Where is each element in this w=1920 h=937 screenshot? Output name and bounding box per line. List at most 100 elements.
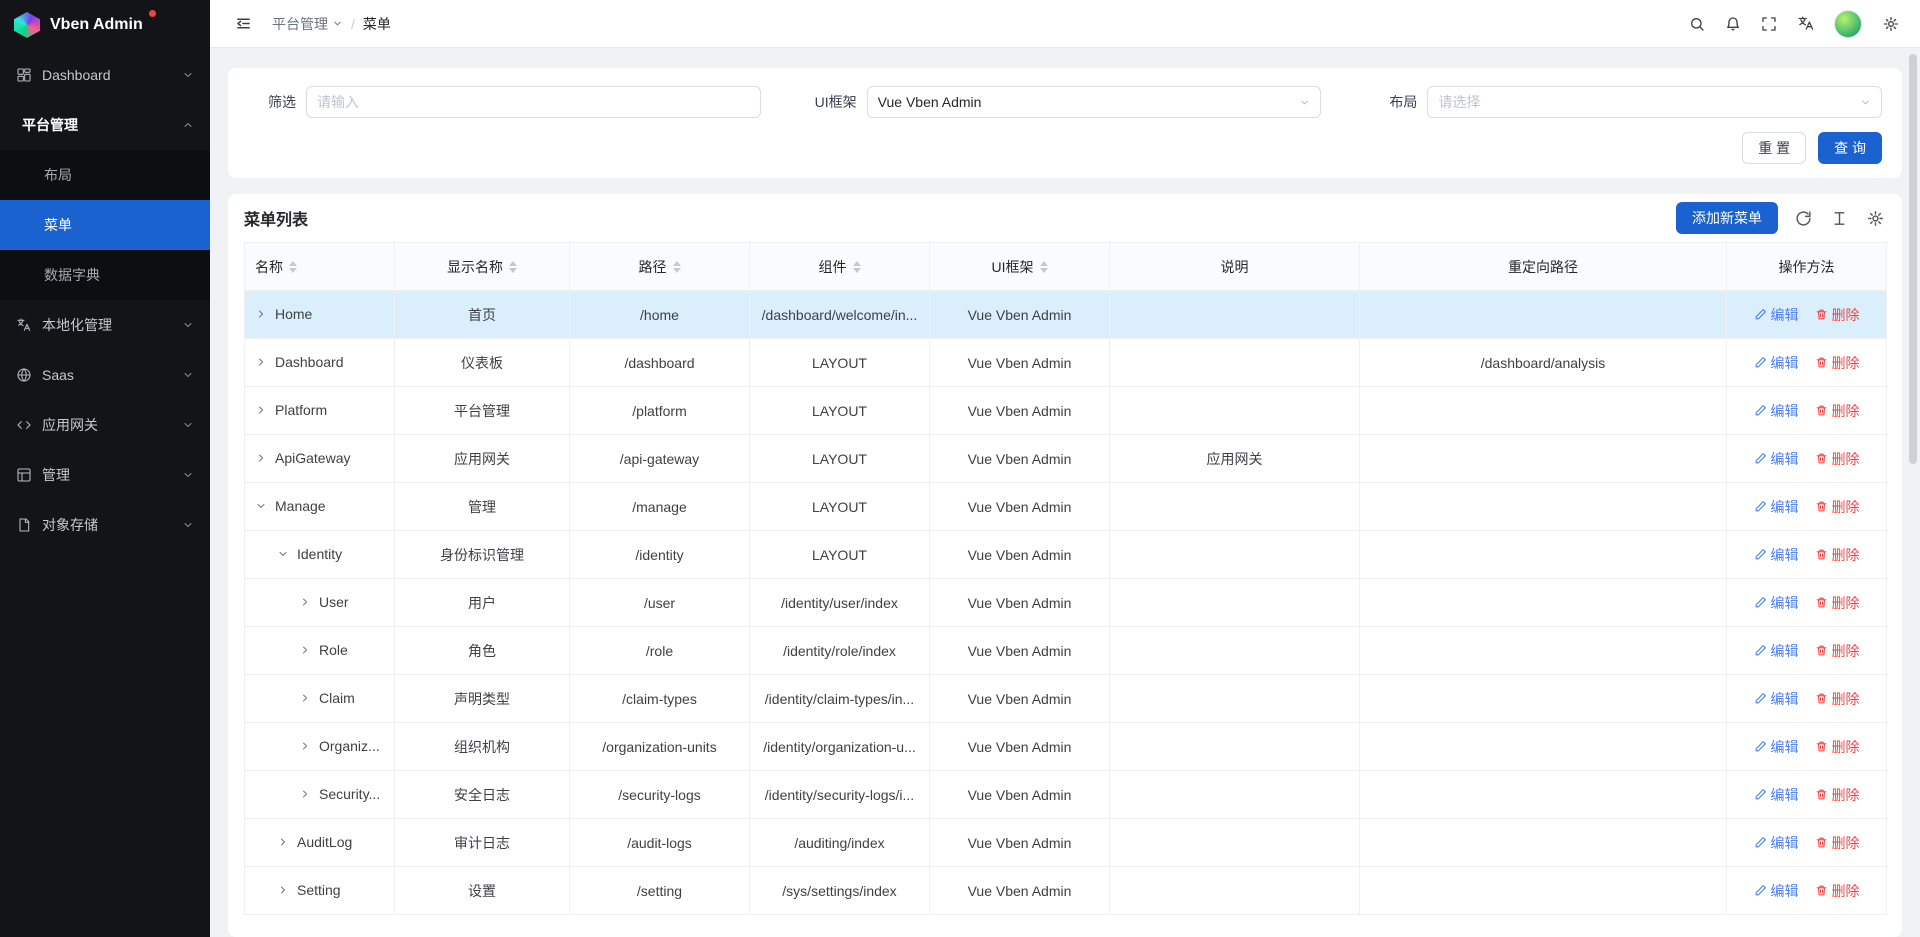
add-menu-button[interactable]: 添加新菜单 — [1676, 202, 1778, 234]
sidebar-collapse-icon[interactable] — [228, 9, 258, 39]
sidebar-item-dictionary[interactable]: 数据字典 — [0, 250, 210, 300]
cell-redirect-path — [1360, 531, 1727, 579]
cell-display-name: 管理 — [395, 483, 570, 531]
expand-right-icon[interactable] — [255, 308, 267, 320]
delete-button[interactable]: 删除 — [1815, 305, 1860, 325]
edit-button[interactable]: 编辑 — [1754, 545, 1799, 565]
delete-button[interactable]: 删除 — [1815, 833, 1860, 853]
delete-button[interactable]: 删除 — [1815, 737, 1860, 757]
column-header[interactable]: 路径 — [570, 243, 750, 291]
sort-icon[interactable] — [1040, 261, 1048, 273]
expand-right-icon[interactable] — [255, 404, 267, 416]
ui-framework-select[interactable]: Vue Vben Admin — [867, 86, 1322, 118]
delete-button[interactable]: 删除 — [1815, 641, 1860, 661]
filter-keyword-input[interactable] — [306, 86, 761, 118]
column-header[interactable]: UI框架 — [930, 243, 1110, 291]
edit-button[interactable]: 编辑 — [1754, 593, 1799, 613]
ui-framework-label: UI框架 — [809, 92, 857, 112]
delete-button[interactable]: 删除 — [1815, 449, 1860, 469]
fullscreen-icon[interactable] — [1754, 9, 1784, 39]
search-icon[interactable] — [1682, 9, 1712, 39]
sidebar-item-localization[interactable]: 本地化管理 — [0, 300, 210, 350]
app-logo[interactable]: Vben Admin — [0, 0, 210, 50]
delete-button[interactable]: 删除 — [1815, 689, 1860, 709]
expand-right-icon[interactable] — [255, 356, 267, 368]
delete-button[interactable]: 删除 — [1815, 785, 1860, 805]
delete-button[interactable]: 删除 — [1815, 881, 1860, 901]
cell-actions: 编辑 删除 — [1727, 819, 1887, 867]
expand-right-icon[interactable] — [299, 644, 311, 656]
expand-right-icon[interactable] — [277, 836, 289, 848]
expand-right-icon[interactable] — [299, 740, 311, 752]
column-header[interactable]: 组件 — [750, 243, 930, 291]
sidebar-item-layout[interactable]: 布局 — [0, 150, 210, 200]
cell-name: Role — [245, 627, 395, 675]
edit-button[interactable]: 编辑 — [1754, 401, 1799, 421]
cell-display-name: 身份标识管理 — [395, 531, 570, 579]
chevron-up-icon — [182, 119, 194, 131]
sidebar-item-storage[interactable]: 对象存储 — [0, 500, 210, 550]
sort-icon[interactable] — [853, 261, 861, 273]
delete-icon — [1815, 692, 1828, 705]
edit-button[interactable]: 编辑 — [1754, 353, 1799, 373]
expand-right-icon[interactable] — [255, 452, 267, 464]
delete-button[interactable]: 删除 — [1815, 593, 1860, 613]
edit-icon — [1754, 356, 1767, 369]
chevron-down-icon — [1299, 97, 1310, 108]
expand-down-icon[interactable] — [255, 500, 267, 512]
search-button[interactable]: 查 询 — [1818, 132, 1882, 164]
user-avatar[interactable] — [1834, 10, 1862, 38]
row-height-icon[interactable] — [1828, 207, 1850, 229]
cell-path: /role — [570, 627, 750, 675]
cell-description — [1110, 483, 1360, 531]
edit-button[interactable]: 编辑 — [1754, 785, 1799, 805]
notification-bell-icon[interactable] — [1718, 9, 1748, 39]
language-icon[interactable] — [1790, 9, 1820, 39]
sort-icon[interactable] — [289, 261, 297, 273]
expand-right-icon[interactable] — [299, 788, 311, 800]
delete-button[interactable]: 删除 — [1815, 401, 1860, 421]
expand-down-icon[interactable] — [277, 548, 289, 560]
sort-icon[interactable] — [673, 261, 681, 273]
sidebar-item-gateway[interactable]: 应用网关 — [0, 400, 210, 450]
sidebar-item-saas[interactable]: Saas — [0, 350, 210, 400]
delete-button[interactable]: 删除 — [1815, 545, 1860, 565]
sidebar-item-manage[interactable]: 管理 — [0, 450, 210, 500]
sidebar-item-menu[interactable]: 菜单 — [0, 200, 210, 250]
chevron-down-icon — [182, 69, 194, 81]
edit-button[interactable]: 编辑 — [1754, 305, 1799, 325]
column-header[interactable]: 显示名称 — [395, 243, 570, 291]
settings-gear-icon[interactable] — [1876, 9, 1906, 39]
column-header[interactable]: 名称 — [245, 243, 395, 291]
layout-select[interactable]: 请选择 — [1427, 86, 1882, 118]
table-row: Role 角色 /role /identity/role/index Vue V… — [245, 627, 1887, 675]
cell-name: Manage — [245, 483, 395, 531]
delete-button[interactable]: 删除 — [1815, 497, 1860, 517]
sidebar-item-platform[interactable]: 平台管理 — [0, 100, 210, 150]
expand-right-icon[interactable] — [299, 596, 311, 608]
edit-button[interactable]: 编辑 — [1754, 497, 1799, 517]
expand-right-icon[interactable] — [277, 884, 289, 896]
edit-button[interactable]: 编辑 — [1754, 689, 1799, 709]
reset-button[interactable]: 重 置 — [1742, 132, 1806, 164]
chevron-down-icon — [182, 369, 194, 381]
sort-icon[interactable] — [509, 261, 517, 273]
table-row: User 用户 /user /identity/user/index Vue V… — [245, 579, 1887, 627]
breadcrumb-parent[interactable]: 平台管理 — [272, 14, 343, 34]
vertical-scrollbar[interactable] — [1909, 54, 1917, 464]
edit-button[interactable]: 编辑 — [1754, 449, 1799, 469]
cell-ui-framework: Vue Vben Admin — [930, 819, 1110, 867]
delete-button[interactable]: 删除 — [1815, 353, 1860, 373]
cell-redirect-path — [1360, 387, 1727, 435]
column-settings-icon[interactable] — [1864, 207, 1886, 229]
expand-right-icon[interactable] — [299, 692, 311, 704]
edit-button[interactable]: 编辑 — [1754, 881, 1799, 901]
edit-button[interactable]: 编辑 — [1754, 737, 1799, 757]
sidebar-item-dashboard[interactable]: Dashboard — [0, 50, 210, 100]
edit-button[interactable]: 编辑 — [1754, 641, 1799, 661]
cell-actions: 编辑 删除 — [1727, 291, 1887, 339]
edit-button[interactable]: 编辑 — [1754, 833, 1799, 853]
cell-ui-framework: Vue Vben Admin — [930, 435, 1110, 483]
cell-component: /identity/security-logs/i... — [750, 771, 930, 819]
refresh-icon[interactable] — [1792, 207, 1814, 229]
